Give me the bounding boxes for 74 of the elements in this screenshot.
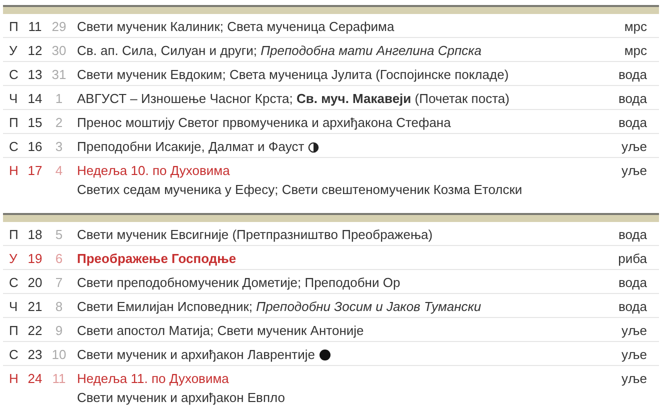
- weekday-letter: Н: [9, 163, 20, 179]
- feast-title: Свети Емилијан Исповедник; Преподобни Зосим и Јаков Тумански: [77, 299, 482, 315]
- julian-day-number: 6: [54, 251, 64, 267]
- feast-title: Недеља 11. по Духовима: [77, 371, 229, 387]
- feast-title: Свети мученик и архиђакон Лаврентије: [77, 347, 316, 363]
- feast-subtitle: Светих седам мученика у Ефесу; Свети свештеномученик Козма Етолски: [77, 182, 524, 198]
- feast-title: Свети преподобномученик Дометије; Преподобни Ор: [77, 275, 400, 291]
- day-number: 12: [26, 43, 44, 59]
- weekday-letter: У: [9, 43, 18, 59]
- julian-day-number: 10: [50, 347, 68, 363]
- weekday-letter: Ч: [9, 299, 19, 315]
- day-number: 14: [26, 91, 44, 107]
- weekday-letter: П: [9, 227, 20, 243]
- julian-day-number: 31: [50, 67, 68, 83]
- julian-day-number: 1: [54, 91, 64, 107]
- day-number: 11: [27, 19, 43, 35]
- feast-title: Свети мученик Евсигније (Претпразништво Преображења): [77, 227, 433, 243]
- julian-day-number: 8: [54, 299, 64, 315]
- feast-title: Свети мученик Евдоким; Света мученица Јулита (Госпојинске покладе): [77, 67, 509, 83]
- feast-title: АВГУСТ – Изношење Часног Крста; Св. муч. Макавеји (Почетак поста): [77, 91, 510, 107]
- feast-subtitle: Свети мученик и архиђакон Евпло: [77, 390, 286, 406]
- feast-title: Пренос моштију Светог првомученика и архиђакона Стефана: [77, 115, 451, 131]
- fasting-rule: вода: [617, 299, 647, 315]
- weekday-letter: У: [9, 251, 18, 267]
- day-number: 21: [26, 299, 44, 315]
- julian-day-number: 7: [54, 275, 64, 291]
- day-number: 17: [26, 163, 44, 179]
- weekday-letter: С: [9, 139, 20, 155]
- day-number: 19: [26, 251, 44, 267]
- day-number: 13: [26, 67, 44, 83]
- julian-day-number: 5: [54, 227, 64, 243]
- weekday-letter: С: [9, 347, 20, 363]
- fasting-rule: вода: [617, 227, 647, 243]
- weekday-letter: П: [9, 19, 20, 35]
- fasting-rule: мрс: [623, 19, 647, 35]
- weekday-letter: П: [9, 323, 20, 339]
- day-number: 20: [26, 275, 44, 291]
- weekday-letter: С: [9, 67, 20, 83]
- feast-title: Св. ап. Сила, Силуан и други; Преподобна мати Ангелина Српска: [77, 43, 482, 59]
- feast-title: Преображење Господње: [77, 251, 236, 267]
- weekday-letter: Ч: [9, 91, 19, 107]
- day-number: 18: [26, 227, 44, 243]
- day-number: 22: [26, 323, 44, 339]
- day-number: 16: [26, 139, 44, 155]
- fasting-rule: вода: [617, 275, 647, 291]
- fasting-rule: уље: [620, 323, 647, 339]
- fasting-rule: уље: [620, 371, 647, 387]
- full-moon-icon: [319, 349, 332, 361]
- feast-title: Свети апостол Матија; Свети мученик Антоније: [77, 323, 364, 339]
- fasting-rule: вода: [617, 91, 647, 107]
- fasting-rule: мрс: [623, 43, 647, 59]
- fasting-rule: вода: [617, 115, 647, 131]
- julian-day-number: 29: [50, 19, 68, 35]
- julian-day-number: 30: [50, 43, 68, 59]
- half-moon-icon: [308, 142, 320, 152]
- feast-title: Свети мученик Калиник; Света мученица Серафима: [77, 19, 394, 35]
- day-number: 15: [26, 115, 44, 131]
- julian-day-number: 9: [54, 323, 64, 339]
- julian-day-number: 4: [54, 163, 64, 179]
- julian-day-number: 3: [54, 139, 64, 155]
- julian-day-number: 2: [54, 115, 64, 131]
- weekday-letter: Н: [9, 371, 20, 387]
- weekday-letter: П: [9, 115, 20, 131]
- feast-title: Недеља 10. по Духовима: [77, 163, 230, 179]
- day-number: 24: [26, 371, 44, 387]
- fasting-rule: уље: [620, 347, 647, 363]
- day-number: 23: [26, 347, 44, 363]
- fasting-rule: вода: [617, 67, 647, 83]
- julian-day-number: 11: [51, 371, 67, 387]
- weekday-letter: С: [9, 275, 20, 291]
- fasting-rule: риба: [617, 251, 647, 267]
- fasting-rule: уље: [620, 163, 647, 179]
- fasting-rule: уље: [620, 139, 647, 155]
- feast-title: Преподобни Исакије, Далмат и Фауст: [77, 139, 304, 155]
